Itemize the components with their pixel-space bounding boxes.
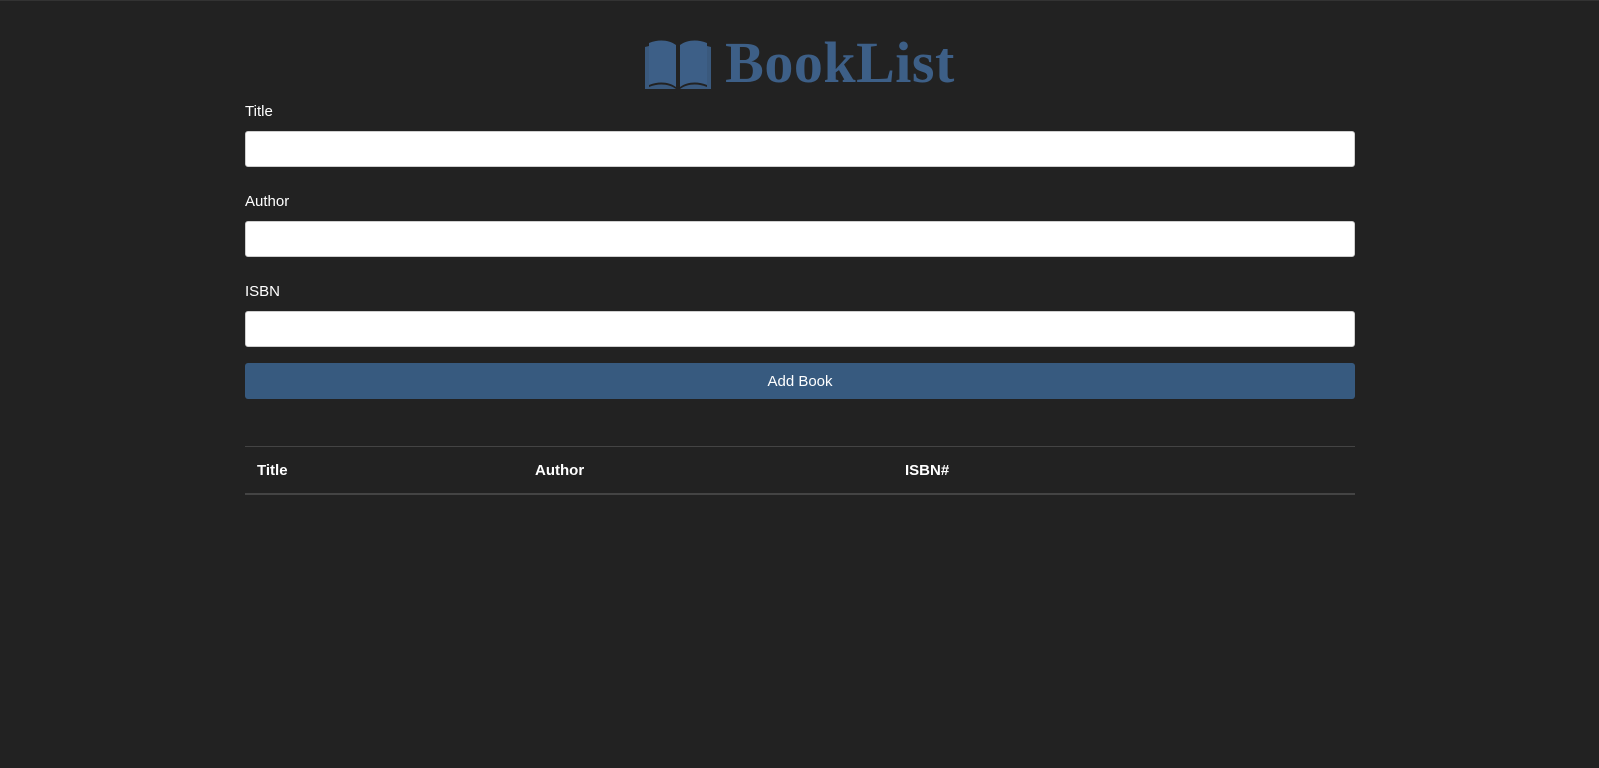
column-header-isbn: ISBN# — [893, 446, 1355, 495]
author-form-group: Author — [245, 193, 1355, 257]
title-form-group: Title — [245, 103, 1355, 167]
book-list-table: Title Author ISBN# — [245, 446, 1355, 495]
title-input[interactable] — [245, 131, 1355, 167]
column-header-author: Author — [523, 446, 893, 495]
book-form: Title Author ISBN Add Book — [245, 103, 1355, 399]
app-title: BookList — [725, 30, 955, 95]
author-label: Author — [245, 193, 290, 210]
title-label: Title — [245, 103, 273, 120]
isbn-form-group: ISBN — [245, 283, 1355, 347]
author-input[interactable] — [245, 221, 1355, 257]
isbn-input[interactable] — [245, 311, 1355, 347]
isbn-label: ISBN — [245, 283, 281, 300]
column-header-title: Title — [245, 446, 523, 495]
book-open-icon — [645, 37, 712, 89]
app-header: BookList — [245, 33, 1355, 93]
table-header-row: Title Author ISBN# — [245, 446, 1355, 495]
add-book-button[interactable]: Add Book — [245, 363, 1355, 399]
app-container: BookList Title Author ISBN Add Book Titl… — [245, 33, 1355, 495]
table-header: Title Author ISBN# — [245, 446, 1355, 495]
